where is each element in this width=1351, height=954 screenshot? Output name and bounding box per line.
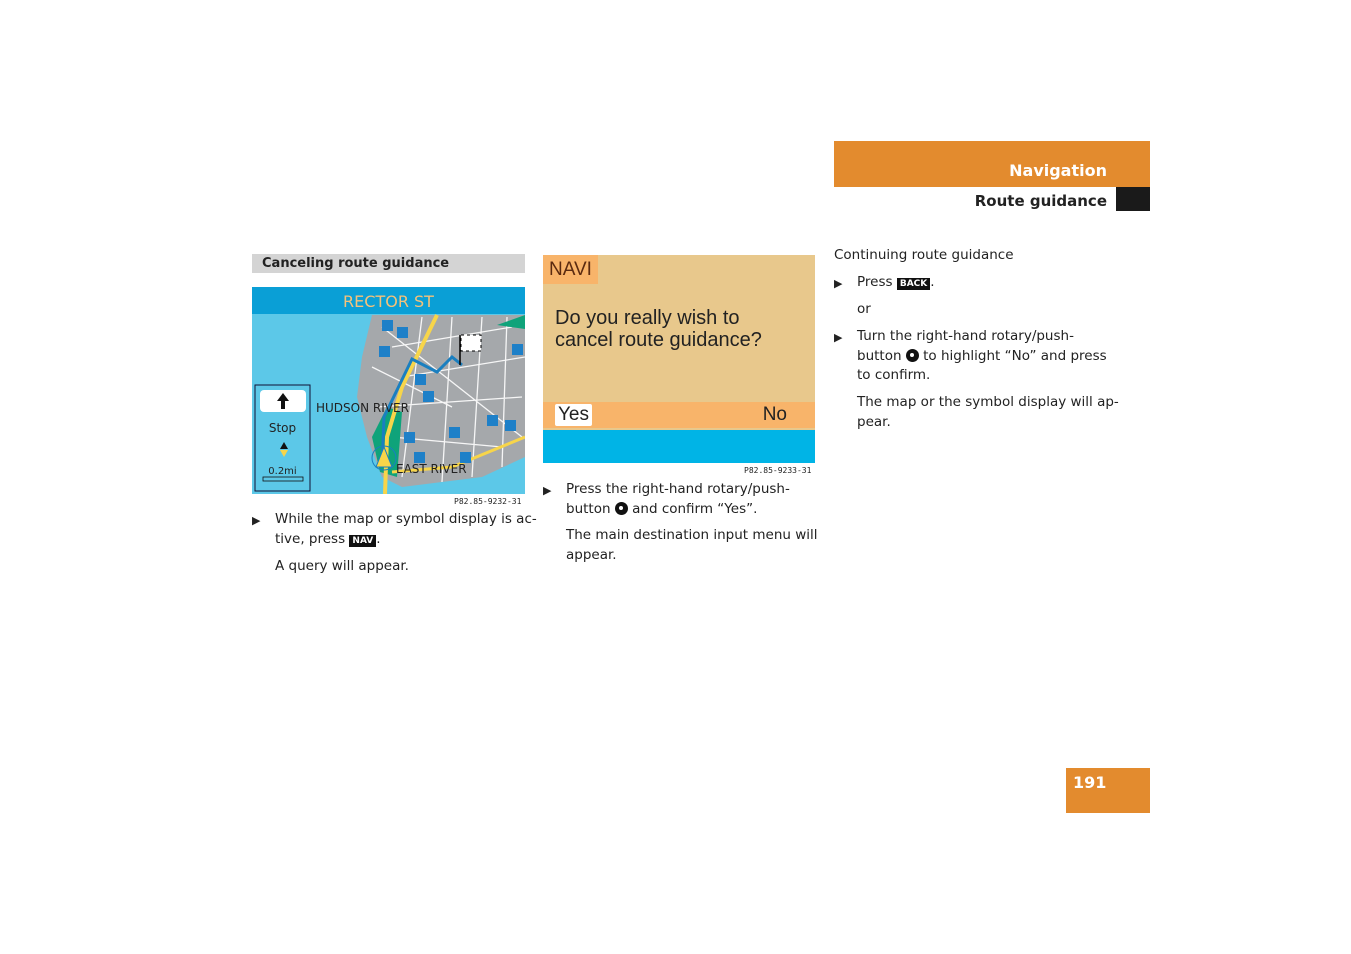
map-screen: RECTOR ST HUDSON RIVER EAST RIVER Stop 0… <box>252 287 526 495</box>
instruction-step: While the map or symbol display is ac- t… <box>275 510 537 551</box>
dialog-screen: NAVI Do you really wish to cancel route … <box>543 255 815 463</box>
step-text: button and confirm “Yes”. <box>566 500 790 520</box>
result-line: The main destination input menu will <box>566 527 818 543</box>
back-key: BACK <box>896 278 931 290</box>
page-number: 191 <box>1073 773 1107 792</box>
page-number-box: 191 <box>1066 768 1150 813</box>
step-text: . <box>930 274 935 290</box>
step-text: tive, press NAV. <box>275 530 537 552</box>
or-text: or <box>857 301 871 317</box>
map-label-hudson: HUDSON RIVER <box>316 401 409 415</box>
image-caption: P82.85-9233-31 <box>744 466 812 475</box>
header-marker <box>1116 187 1150 211</box>
step-text-part: to highlight “No” and press <box>923 347 1107 364</box>
step-text-part: button <box>566 500 611 517</box>
step-text-part: . <box>376 530 381 547</box>
result-text: The map or the symbol display will ap- p… <box>857 393 1119 432</box>
section-title: Navigation <box>1009 161 1107 180</box>
result-line: The map or the symbol display will ap- <box>857 394 1119 410</box>
manual-page: Navigation Route guidance Canceling rout… <box>0 0 1351 954</box>
subheading: Continuing route guidance <box>834 247 1014 263</box>
rotary-button-icon <box>614 501 628 515</box>
step-text-part: and confirm “Yes”. <box>632 500 758 517</box>
step-text: Turn the right-hand rotary/push- <box>857 328 1074 344</box>
screen-footer <box>543 430 815 463</box>
result-text: The main destination input menu will app… <box>566 526 818 565</box>
instruction-step: Press the right-hand rotary/push- button… <box>566 480 790 519</box>
map-label-east: EAST RIVER <box>396 462 467 476</box>
result-text: A query will appear. <box>275 558 409 574</box>
map-image <box>252 287 526 495</box>
bullet-icon: ▶ <box>834 277 843 290</box>
step-text: to confirm. <box>857 367 931 383</box>
bullet-icon: ▶ <box>543 484 552 497</box>
step-text: Press <box>857 274 893 290</box>
result-line: pear. <box>857 413 891 430</box>
dialog-question: Do you really wish to cancel route guida… <box>555 307 762 351</box>
step-text-part: tive, press <box>275 530 346 547</box>
result-line: appear. <box>566 546 617 563</box>
step-text: button to highlight “No” and press <box>857 347 1107 367</box>
no-option[interactable]: No <box>763 404 787 426</box>
step-text: While the map or symbol display is ac- <box>275 511 537 527</box>
bullet-icon: ▶ <box>252 514 261 527</box>
map-street-name: RECTOR ST <box>343 292 434 311</box>
yes-option[interactable]: Yes <box>555 404 592 426</box>
dialog-options: Yes No <box>543 402 815 428</box>
map-scale: 0.2mi <box>268 466 297 477</box>
step-text: Press the right-hand rotary/push- <box>566 481 790 497</box>
turn-status: Stop <box>268 421 297 435</box>
section-header: Navigation <box>834 141 1150 187</box>
step-text-part: button <box>857 347 902 364</box>
bullet-icon: ▶ <box>834 331 843 344</box>
nav-key: NAV <box>349 534 377 547</box>
image-caption: P82.85-9232-31 <box>454 497 522 506</box>
question-line: Do you really wish to <box>555 307 740 329</box>
instruction-step: Turn the right-hand rotary/push- button … <box>857 327 1107 386</box>
rotary-button-icon <box>905 348 919 362</box>
instruction-step: Press BACK. <box>857 273 935 295</box>
subsection-title: Route guidance <box>974 192 1107 210</box>
dialog-title: NAVI <box>543 255 598 284</box>
question-line: cancel route guidance? <box>555 329 762 351</box>
section-heading: Canceling route guidance <box>252 254 525 273</box>
